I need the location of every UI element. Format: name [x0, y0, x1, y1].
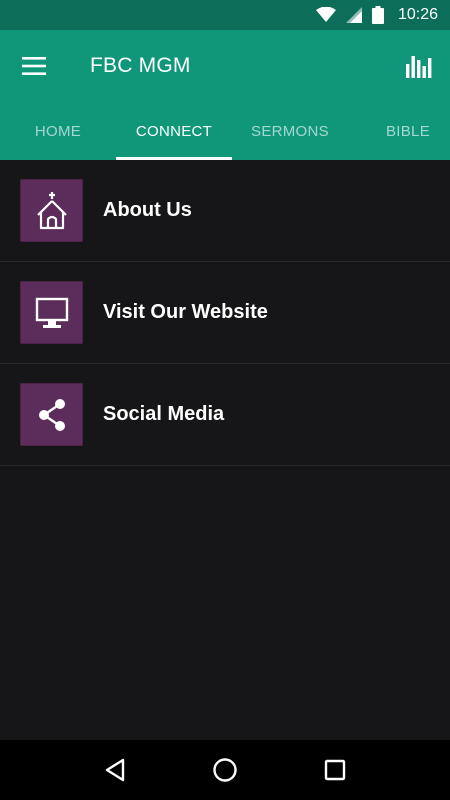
tab-bible[interactable]: BIBLE	[348, 102, 450, 160]
stats-button[interactable]	[404, 51, 434, 81]
item-label: Social Media	[103, 403, 225, 425]
status-icons: 10:26	[315, 6, 438, 24]
system-nav-bar	[0, 740, 450, 800]
item-label: Visit Our Website	[103, 301, 268, 323]
item-label: About Us	[103, 199, 192, 221]
app-title: FBC MGM	[90, 54, 191, 77]
tab-connect[interactable]: CONNECT	[116, 102, 232, 160]
battery-icon	[371, 6, 384, 24]
back-button[interactable]	[95, 750, 135, 790]
back-icon	[105, 758, 125, 782]
hamburger-menu-icon	[22, 57, 46, 75]
item-icon-tile	[20, 383, 83, 446]
menu-button[interactable]	[20, 53, 48, 79]
home-icon	[213, 758, 237, 782]
list-item-about-us[interactable]: About Us	[0, 160, 450, 262]
app-bar: FBC MGM	[0, 30, 450, 102]
connect-list: About Us Visit Our Website Social Media	[0, 160, 450, 466]
status-bar: 10:26	[0, 0, 450, 30]
recents-button[interactable]	[315, 750, 355, 790]
item-icon-tile	[20, 281, 83, 344]
bar-chart-icon	[406, 56, 432, 78]
list-item-visit-website[interactable]: Visit Our Website	[0, 262, 450, 364]
recents-icon	[324, 759, 346, 781]
share-icon	[38, 398, 65, 431]
church-icon	[36, 191, 67, 229]
home-button[interactable]	[205, 750, 245, 790]
list-item-social-media[interactable]: Social Media	[0, 364, 450, 466]
monitor-icon	[35, 297, 68, 328]
tab-sermons[interactable]: SERMONS	[232, 102, 348, 160]
cell-signal-icon	[345, 7, 362, 23]
tab-home[interactable]: HOME	[0, 102, 116, 160]
item-icon-tile	[20, 179, 83, 242]
wifi-icon	[315, 7, 336, 22]
status-time: 10:26	[397, 6, 438, 23]
tab-bar: HOME CONNECT SERMONS BIBLE	[0, 102, 450, 160]
